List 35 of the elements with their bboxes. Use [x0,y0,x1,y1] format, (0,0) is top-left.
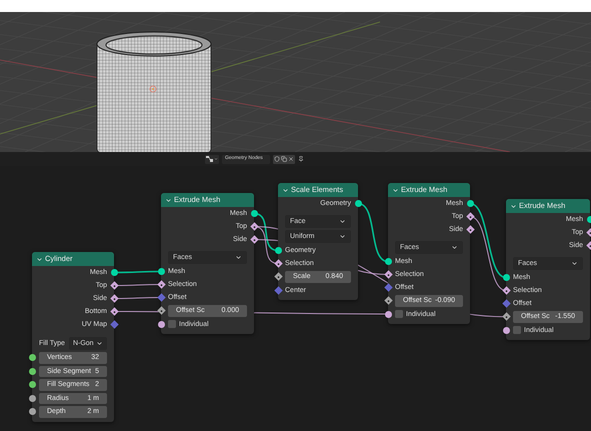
socket[interactable] [28,408,36,416]
socket[interactable] [384,258,392,265]
copy-icon[interactable] [281,156,287,162]
socket[interactable] [502,274,510,281]
chevron-icon [339,233,346,240]
collapse-icon[interactable] [510,202,517,210]
collapse-icon[interactable] [282,186,289,194]
checkbox[interactable] [395,310,403,318]
node-canvas[interactable] [0,166,591,431]
chevron-icon [571,260,578,267]
checkbox[interactable] [513,326,521,334]
node-editor-icon [206,156,213,162]
socket[interactable] [28,368,36,375]
pin-icon[interactable] [298,156,304,162]
checkbox[interactable] [168,320,176,328]
socket[interactable] [28,381,36,388]
close-icon[interactable] [288,156,294,162]
fake-user-icon[interactable] [274,156,280,162]
chevron-icon [339,218,346,225]
origin-icon [150,86,156,92]
collapse-icon[interactable] [36,256,43,262]
chevron-icon [451,244,458,251]
collapse-icon[interactable] [165,196,172,204]
collapse-icon[interactable] [392,186,399,194]
socket[interactable] [28,354,36,362]
viewport[interactable] [0,12,591,152]
socket[interactable] [502,326,510,334]
socket[interactable] [28,394,36,402]
editor-type-button[interactable] [205,154,219,164]
chevron-icon [235,254,242,261]
socket[interactable] [384,310,392,318]
socket[interactable] [274,247,282,254]
chevron-icon [96,340,103,346]
socket[interactable] [158,268,164,275]
socket[interactable] [158,320,164,328]
